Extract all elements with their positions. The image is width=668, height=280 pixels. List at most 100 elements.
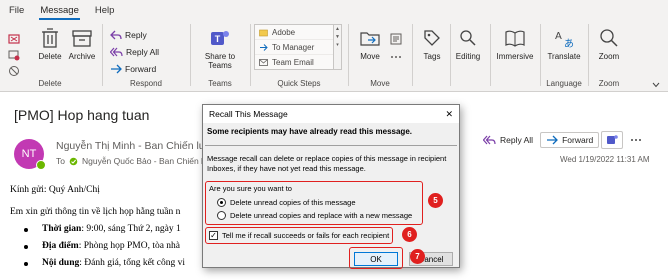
ribbon-expand-button[interactable] (652, 78, 660, 92)
forward-label: Forward (125, 64, 157, 74)
body-bullet-1: Thời gian: 9:00, sáng Thứ 2, ngày 1 (42, 224, 181, 234)
junk-icon (9, 66, 19, 76)
dialog-info-line2: Inboxes, if they have not yet read this … (207, 164, 366, 173)
reply-all-button[interactable]: Reply All (110, 45, 159, 59)
body-bullet-3: Nội dung: Đánh giá, tổng kết công vi (42, 258, 185, 268)
more-actions[interactable] (625, 136, 647, 144)
editing-label: Editing (455, 52, 481, 61)
ignore-icon-button[interactable] (8, 32, 20, 46)
menu-bar: File Message Help (0, 0, 668, 20)
bullet-1-label: Thời gian (42, 224, 82, 234)
message-action-bar: Reply All Forward (478, 131, 647, 149)
option-delete-unread[interactable]: Delete unread copies of this message (217, 198, 356, 207)
tab-file[interactable]: File (8, 5, 25, 20)
tab-help[interactable]: Help (94, 5, 116, 20)
option-delete-and-replace[interactable]: Delete unread copies and replace with a … (217, 211, 412, 220)
sender-name[interactable]: Nguyễn Thị Minh - Ban Chiến lược (56, 140, 218, 152)
message-subject: [PMO] Hop hang tuan (14, 107, 150, 123)
forward-icon (111, 64, 122, 74)
trash-icon (42, 28, 58, 48)
archive-icon (72, 30, 92, 47)
ok-button[interactable]: OK (354, 252, 398, 266)
bullet-dot (24, 245, 28, 249)
share-to-teams-button[interactable]: T Share to Teams (198, 24, 242, 70)
forward-icon (547, 135, 558, 145)
search-icon (460, 30, 476, 46)
immersive-reader-button[interactable]: Immersive (492, 24, 538, 61)
body-intro: Em xin gửi thông tin về lịch họp hằng tu… (10, 207, 181, 217)
bullet-dot (24, 262, 28, 266)
reply-icon (110, 30, 122, 40)
move-group: Move Move (350, 22, 410, 90)
forward-action[interactable]: Forward (540, 132, 600, 148)
reply-all-label: Reply All (126, 47, 160, 57)
radio-delete-and-replace[interactable] (217, 211, 226, 220)
immersive-label: Immersive (496, 52, 534, 61)
dialog-question: Are you sure you want to (209, 184, 292, 193)
translate-label: Translate (547, 52, 581, 61)
recall-report-checkbox-row[interactable]: ✓ Tell me if recall succeeds or fails fo… (209, 231, 389, 240)
zoom-group-label: Zoom (598, 79, 620, 88)
reply-all-action-label: Reply All (500, 135, 534, 145)
dialog-title: Recall This Message (209, 109, 288, 119)
rules-icon (390, 33, 402, 45)
step-badge-6: 6 (402, 227, 417, 242)
delete-button[interactable]: Delete (32, 24, 68, 61)
svg-text:あ: あ (564, 38, 574, 49)
bullet-3-text: : Đánh giá, tổng kết công vi (79, 258, 186, 268)
editing-button[interactable]: Editing (448, 24, 488, 61)
zoom-icon (600, 29, 618, 47)
archive-button[interactable]: Archive (64, 24, 100, 61)
body-greeting: Kính gửi: Quý Anh/Chị (10, 185, 100, 195)
respond-group: Reply Reply All Forward Respond (104, 22, 188, 90)
recall-report-checkbox[interactable]: ✓ (209, 231, 218, 240)
quick-steps-label: Quick Steps (277, 79, 321, 88)
move-button[interactable]: Move (352, 24, 388, 61)
svg-text:T: T (215, 34, 221, 44)
rules-button[interactable] (390, 32, 402, 46)
translate-button[interactable]: Aあ Translate (544, 24, 584, 61)
language-group: Aあ Translate Language (542, 22, 586, 90)
svg-text:A: A (555, 31, 562, 42)
option-delete-and-replace-label: Delete unread copies and replace with a … (230, 211, 413, 220)
message-datetime: Wed 1/19/2022 11:31 AM (560, 155, 650, 164)
forward-action-label: Forward (562, 135, 594, 145)
radio-delete-unread[interactable] (217, 198, 226, 207)
bullet-2-label: Địa điểm (42, 241, 79, 251)
move-group-label: Move (370, 79, 390, 88)
reply-all-action[interactable]: Reply All (478, 133, 538, 147)
recall-dialog: Recall This Message ✕ Some recipients ma… (202, 104, 460, 269)
chevron-down-icon (652, 82, 660, 88)
tab-message[interactable]: Message (39, 5, 80, 20)
cleanup-icon (8, 50, 20, 61)
tags-button[interactable]: Tags (414, 24, 450, 61)
to-recipient[interactable]: Nguyễn Quốc Bảo - Ban Chiến lược (82, 156, 218, 166)
cleanup-icon-button[interactable] (8, 48, 20, 62)
dialog-warning: Some recipients may have already read th… (207, 127, 412, 136)
archive-label: Archive (68, 52, 96, 61)
respond-group-label: Respond (129, 79, 163, 88)
tags-label: Tags (423, 52, 441, 61)
more-move-button[interactable] (390, 50, 402, 64)
close-icon[interactable]: ✕ (445, 109, 453, 120)
teams-group: T Share to Teams Teams (192, 22, 248, 90)
move-label: Move (360, 52, 380, 61)
zoom-button[interactable]: Zoom (591, 24, 627, 61)
bullet-dot (24, 228, 28, 232)
reply-button[interactable]: Reply (110, 28, 147, 42)
delete-group-label: Delete (38, 79, 62, 88)
zoom-label: Zoom (598, 52, 620, 61)
more-icon (391, 56, 401, 58)
option-delete-unread-label: Delete unread copies of this message (230, 198, 356, 207)
forward-button[interactable]: Forward (110, 62, 156, 76)
bullet-2-text: : Phòng họp PMO, tòa nhà (78, 241, 181, 251)
dialog-divider (205, 145, 457, 146)
teams-action[interactable] (601, 131, 624, 149)
teams-icon: T (211, 31, 229, 45)
junk-icon-button[interactable] (8, 64, 20, 78)
immersive-reader-icon (505, 30, 525, 47)
presence-indicator (36, 160, 46, 170)
recipient-row: To Nguyễn Quốc Bảo - Ban Chiến lược (56, 156, 218, 166)
body-bullet-2: Địa điểm: Phòng họp PMO, tòa nhà (42, 241, 180, 251)
translate-icon: Aあ (555, 31, 574, 49)
